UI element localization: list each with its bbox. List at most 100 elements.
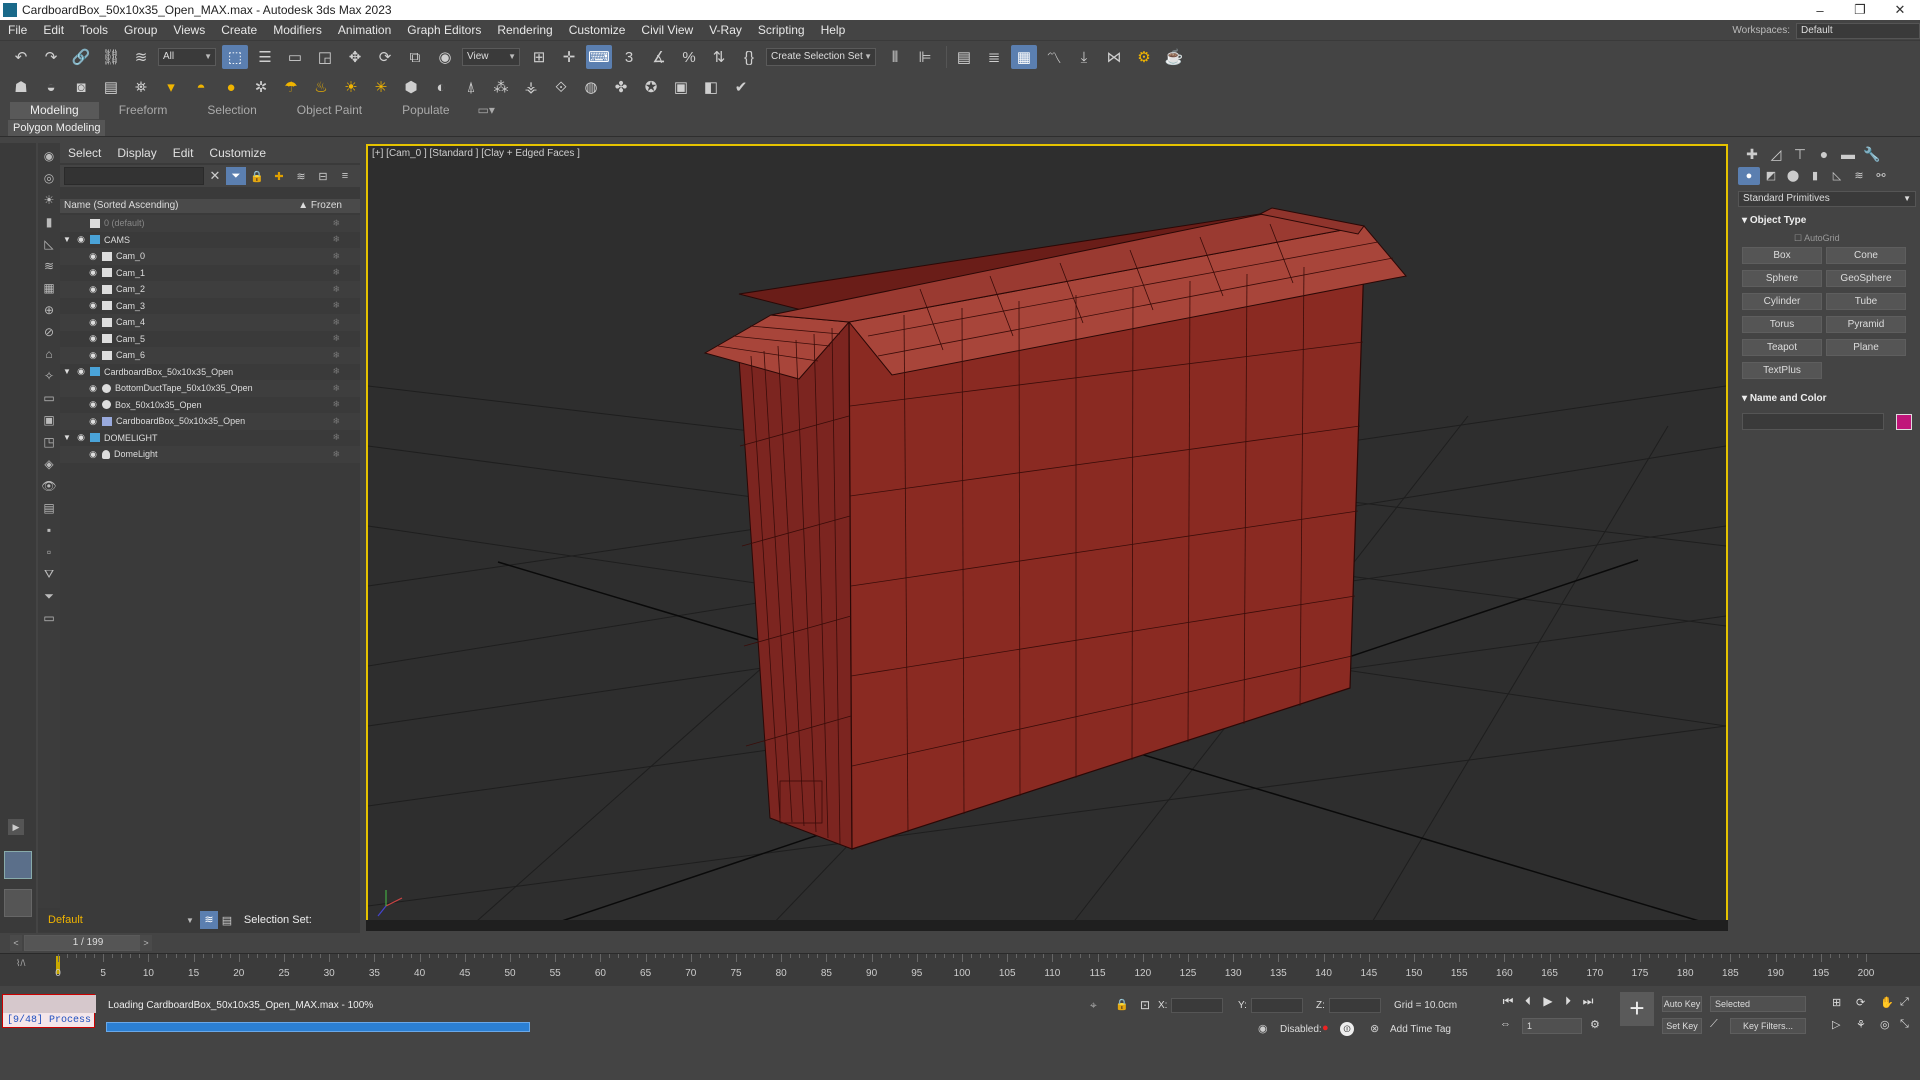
chevron-down-icon[interactable]: ▼: [186, 916, 194, 925]
scene-tree-row[interactable]: ◉ CardboardBox_50x10x35_Open ❄: [60, 413, 360, 430]
tab-populate[interactable]: Populate: [382, 102, 469, 119]
rotate-icon[interactable]: ⟳: [372, 45, 398, 69]
frozen-snowflake-icon[interactable]: ❄: [332, 432, 340, 443]
display-frozen-icon[interactable]: ✧: [40, 367, 58, 385]
angle-snap-icon[interactable]: ∡: [646, 45, 672, 69]
display-invert-icon[interactable]: ◈: [40, 455, 58, 473]
frozen-snowflake-icon[interactable]: ❄: [332, 300, 340, 311]
scene-tree-row[interactable]: ◉ Cam_0 ❄: [60, 248, 360, 265]
select-children-icon[interactable]: ▪: [40, 521, 58, 539]
curve-editor-icon[interactable]: 〽: [1041, 45, 1067, 69]
display-bones-icon[interactable]: ⊘: [40, 323, 58, 341]
auto-key-button[interactable]: Auto Key: [1662, 996, 1702, 1012]
box-button[interactable]: Box: [1742, 247, 1822, 264]
layer-manager-icon[interactable]: ≋: [199, 911, 218, 929]
visibility-eye-icon[interactable]: ◉: [86, 284, 100, 295]
link-icon[interactable]: 🔗: [68, 45, 94, 69]
layers-icon[interactable]: ≋: [290, 170, 312, 183]
key-filters-button[interactable]: Key Filters...: [1730, 1018, 1806, 1034]
expand-toggle-icon[interactable]: ▼: [60, 433, 74, 442]
ribbon-toggle-icon[interactable]: ▦: [1011, 45, 1037, 69]
key-mode-icon[interactable]: ⇔: [1500, 1018, 1511, 1030]
next-frame-icon[interactable]: >: [140, 935, 152, 951]
ambient-light-icon[interactable]: ✳: [368, 75, 394, 99]
scene-tree-row[interactable]: ◉ Cam_3 ❄: [60, 298, 360, 315]
menu-file[interactable]: File: [0, 23, 35, 37]
key-selection-dropdown[interactable]: Selected: [1710, 996, 1806, 1012]
frozen-snowflake-icon[interactable]: ❄: [332, 399, 340, 410]
frozen-snowflake-icon[interactable]: ❄: [332, 416, 340, 427]
menu-views[interactable]: Views: [165, 23, 213, 37]
scene-tree-row[interactable]: ◉ Cam_2 ❄: [60, 281, 360, 298]
walkthrough-icon[interactable]: ⚘: [1856, 1018, 1866, 1031]
snaps-toggle-icon[interactable]: 3: [616, 45, 642, 69]
zoom-extents-icon[interactable]: ⊞: [1832, 996, 1841, 1009]
shapes-icon[interactable]: ◩: [1760, 167, 1782, 185]
visibility-eye-icon[interactable]: ◉: [86, 399, 100, 410]
maxscript-listener[interactable]: [9/48] Process: [2, 994, 96, 1028]
motion-tab-icon[interactable]: ●: [1812, 146, 1836, 162]
scene-search-input[interactable]: [64, 167, 204, 185]
viewport-perspective[interactable]: [+] [Cam_0 ] [Standard ] [Clay + Edged F…: [366, 144, 1728, 931]
display-shapes-icon[interactable]: ◎: [40, 169, 58, 187]
keyboard-shortcut-override-icon[interactable]: ⌨: [586, 45, 612, 69]
zoom-all-icon[interactable]: ⤡: [1900, 1018, 1909, 1031]
scene-tree-row[interactable]: ▼ ◉ DOMELIGHT ❄: [60, 430, 360, 447]
pyramid-button[interactable]: Pyramid: [1826, 316, 1906, 333]
lock-icon[interactable]: 🔒: [246, 170, 268, 183]
reference-coordinate-dropdown[interactable]: View ▼: [462, 48, 520, 66]
vfb-icon[interactable]: ▣: [668, 75, 694, 99]
next-key-icon[interactable]: ⏵: [1558, 994, 1578, 1012]
menu-customize[interactable]: Customize: [561, 23, 634, 37]
visibility-eye-icon[interactable]: ◉: [86, 317, 100, 328]
scene-tree-row[interactable]: ◉ Box_50x10x35_Open ❄: [60, 397, 360, 414]
object-color-swatch[interactable]: [1896, 413, 1912, 430]
workspaces-dropdown[interactable]: Default: [1796, 22, 1920, 39]
scene-tree-row[interactable]: ◉ Cam_6 ❄: [60, 347, 360, 364]
expand-toggle-icon[interactable]: ▼: [60, 235, 74, 244]
maximize-viewport-icon[interactable]: ⤢: [1900, 996, 1909, 1009]
move-icon[interactable]: ✥: [342, 45, 368, 69]
scene-menu-edit[interactable]: Edit: [165, 146, 202, 160]
tab-modeling[interactable]: Modeling: [10, 102, 99, 119]
scene-menu-select[interactable]: Select: [60, 146, 109, 160]
display-cameras-icon[interactable]: ▮: [40, 213, 58, 231]
scene-tree-row[interactable]: ◉ BottomDuctTape_50x10x35_Open ❄: [60, 380, 360, 397]
sphere-light-icon[interactable]: ●: [218, 75, 244, 99]
frozen-snowflake-icon[interactable]: ❄: [332, 350, 340, 361]
edit-named-selection-icon[interactable]: {}: [736, 45, 762, 69]
percent-snap-icon[interactable]: %: [676, 45, 702, 69]
render-frame-icon[interactable]: ◒: [38, 75, 64, 99]
modify-tab-icon[interactable]: ◿: [1764, 146, 1788, 163]
viewport-label[interactable]: [+] [Cam_0 ] [Standard ] [Clay + Edged F…: [372, 148, 580, 159]
menu-animation[interactable]: Animation: [330, 23, 399, 37]
previous-key-icon[interactable]: ⏴: [1518, 994, 1538, 1012]
sun-icon[interactable]: ☀: [338, 75, 364, 99]
frozen-snowflake-icon[interactable]: ❄: [332, 317, 340, 328]
frozen-snowflake-icon[interactable]: ❄: [332, 251, 340, 262]
proxy-icon[interactable]: ⬢: [398, 75, 424, 99]
menu-tools[interactable]: Tools: [72, 23, 116, 37]
window-crossing-icon[interactable]: ◲: [312, 45, 338, 69]
dome-light-icon[interactable]: ◓: [188, 75, 214, 99]
close-button[interactable]: ✕: [1880, 0, 1920, 20]
material-library-icon[interactable]: ✤: [608, 75, 634, 99]
object-name-field[interactable]: [1742, 413, 1884, 430]
restore-button[interactable]: ❐: [1840, 0, 1880, 20]
scene-tree-row[interactable]: ◉ Cam_1 ❄: [60, 265, 360, 282]
frozen-snowflake-icon[interactable]: ❄: [332, 234, 340, 245]
visibility-eye-icon[interactable]: ◉: [86, 300, 100, 311]
time-slider[interactable]: 1 / 199: [24, 935, 152, 951]
render-icon[interactable]: ☕: [1161, 45, 1187, 69]
visibility-eye-icon[interactable]: ◉: [86, 333, 100, 344]
folder-icon[interactable]: ▭: [40, 609, 58, 627]
tube-button[interactable]: Tube: [1826, 293, 1906, 310]
key-tangent-icon[interactable]: ⟋: [1710, 1018, 1718, 1031]
lights-icon[interactable]: ⬤: [1782, 167, 1804, 185]
frozen-snowflake-icon[interactable]: ❄: [332, 218, 340, 229]
teapot-icon[interactable]: ☗: [8, 75, 34, 99]
frozen-snowflake-icon[interactable]: ❄: [332, 449, 340, 460]
visibility-eye-icon[interactable]: ◉: [86, 449, 100, 460]
orbit-icon[interactable]: ⟳: [1856, 996, 1865, 1009]
new-layer-icon[interactable]: ✚: [268, 170, 290, 183]
